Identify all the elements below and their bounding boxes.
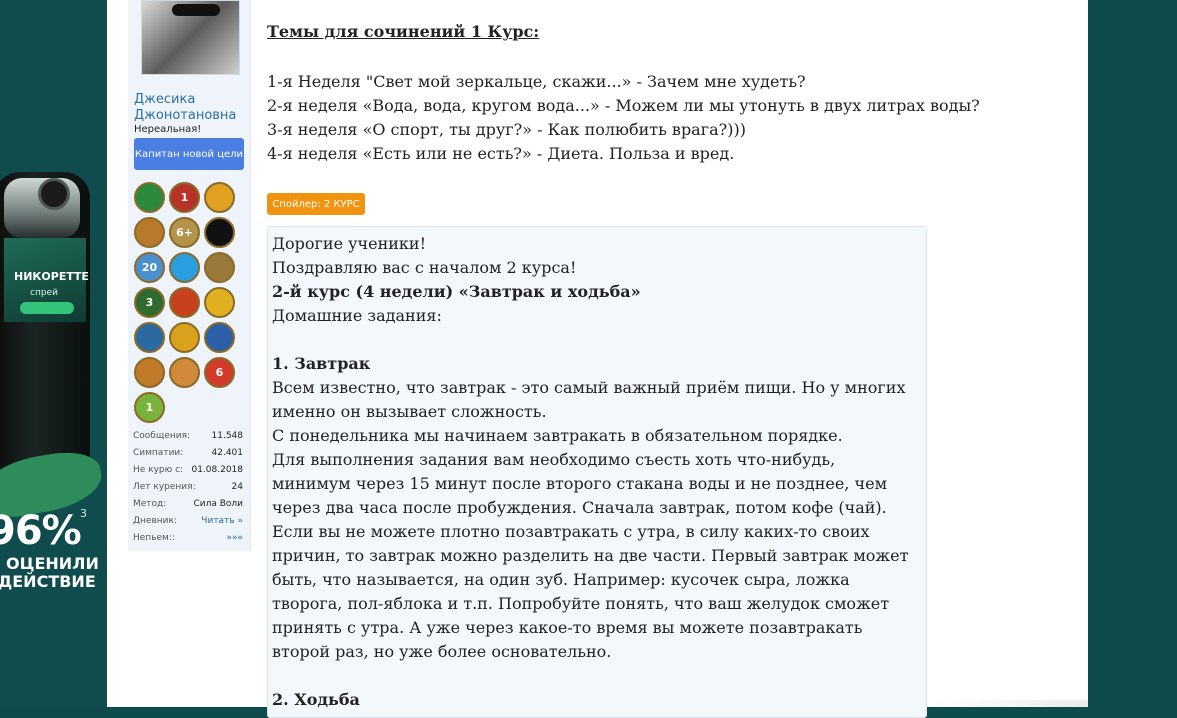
section-walking-title: 2. Ходьба — [272, 690, 360, 709]
ad-brand: НИКОРЕТТЕ — [14, 270, 89, 283]
paragraph-line: творога, пол-яблока и т.п. Попробуйте по… — [272, 594, 890, 613]
paragraph-line: Если вы не можете плотно позавтракать с … — [272, 522, 870, 541]
topic-item: 2-я неделя «Вода, вода, кругом вода...» … — [267, 96, 980, 115]
spoiler-course-title: 2-й курс (4 недели) «Завтрак и ходьба» — [272, 282, 641, 301]
star-box-badge-icon[interactable] — [169, 322, 200, 353]
stat-label: Непьем:: — [133, 533, 175, 543]
tomato-badge-icon[interactable]: 6 — [204, 357, 235, 388]
stat-label: Метод: — [133, 499, 167, 509]
avatar-sunglasses — [172, 4, 220, 16]
paragraph-line: через два часа после пробуждения. Сначал… — [272, 498, 887, 517]
stat-value: 24 — [231, 482, 243, 492]
stat-link[interactable]: »»» — [226, 533, 243, 543]
topics-title: Темы для сочинений 1 Курс: — [267, 22, 540, 41]
stat-row: Лет курения: 24 — [133, 482, 245, 499]
stat-label: Не курю с: — [133, 465, 184, 475]
bottle-stripe — [20, 302, 74, 314]
stat-row: Метод: Сила Воли — [133, 499, 245, 516]
stat-label: Сообщения: — [133, 431, 191, 441]
right-background — [1088, 0, 1177, 707]
paragraph-line: быть, что называется, на один зуб. Напри… — [272, 570, 850, 589]
spoiler-congrats: Поздравляю вас с началом 2 курса! — [272, 258, 577, 277]
scroll-shadow — [928, 700, 1088, 707]
chef-badge-icon[interactable] — [204, 287, 235, 318]
user-banner: Капитан новой цели — [134, 138, 244, 170]
section-breakfast-title: 1. Завтрак — [272, 354, 371, 373]
paragraph-line: именно он вызывает сложность. — [272, 402, 547, 421]
diamond-badge-icon[interactable]: 6+ — [169, 217, 200, 248]
badge-label: 3 — [145, 296, 154, 309]
stat-value: 01.08.2018 — [191, 465, 243, 475]
user-title: Нереальная! — [134, 124, 202, 135]
badge-label: 6+ — [176, 226, 193, 239]
runner-badge-icon[interactable] — [134, 357, 165, 388]
snake-badge-icon[interactable]: 1 — [134, 392, 165, 423]
paragraph-line: принять с утра. А уже через какое-то вре… — [272, 618, 863, 637]
telegram-badge-icon[interactable] — [169, 252, 200, 283]
stat-row: Не курю с: 01.08.2018 — [133, 465, 245, 482]
badge-label: 1 — [180, 191, 189, 204]
stat-value: Сила Воли — [193, 499, 243, 509]
stat-value: 11.548 — [211, 431, 244, 441]
paragraph-line: Для выполнения задания вам необходимо съ… — [272, 450, 836, 469]
stat-row: Симпатии: 42.401 — [133, 448, 245, 465]
avatar[interactable] — [141, 0, 240, 75]
stat-label: Дневник: — [133, 516, 177, 526]
badge-label: 1 — [145, 401, 154, 414]
side-advertisement[interactable]: НИКОРЕТТЕ спрей 96% 3 ОЦЕНИЛИ ДЕЙСТВИЕ — [0, 0, 107, 707]
topics-list: 1-я Неделя "Свет мой зеркальце, скажи...… — [267, 70, 980, 166]
stars-badge-icon[interactable] — [169, 287, 200, 318]
spray-nozzle-image — [38, 178, 70, 210]
compass-badge-icon[interactable]: 3 — [134, 287, 165, 318]
stat-label: Лет курения: — [133, 482, 196, 492]
paragraph-line: Всем известно, что завтрак - это самый в… — [272, 378, 906, 397]
cup-badge-icon[interactable] — [204, 252, 235, 283]
group-badge-icon[interactable] — [169, 357, 200, 388]
paragraph-line: второй раз, но уже более основательно. — [272, 642, 612, 661]
plate-badge-icon[interactable]: 1 — [169, 182, 200, 213]
open-book-badge-icon[interactable] — [134, 322, 165, 353]
stat-link[interactable]: Читать » — [201, 516, 243, 526]
topic-item: 4-я неделя «Есть или не есть?» - Диета. … — [267, 144, 735, 163]
flower-badge-icon[interactable] — [204, 182, 235, 213]
paragraph-line: причин, то завтрак можно разделить на дв… — [272, 546, 909, 565]
badge-label: 6 — [215, 366, 224, 379]
book-badge-icon[interactable] — [134, 217, 165, 248]
stat-row: Непьем::»»» — [133, 533, 245, 550]
paragraph-line: минимум через 15 минут после второго ста… — [272, 474, 888, 493]
stat-value: 42.401 — [211, 448, 244, 458]
twenty-badge-icon[interactable]: 20 — [134, 252, 165, 283]
ad-footnote: 3 — [80, 507, 87, 520]
user-stats: Сообщения: 11.548 Симпатии: 42.401 Не курю с… — [133, 431, 245, 550]
stat-row: Дневник: Читать » — [133, 516, 245, 533]
butterfly-badge-icon[interactable] — [204, 217, 235, 248]
ad-percent: 96% — [0, 508, 82, 554]
paragraph-line: С понедельника мы начинаем завтракать в … — [272, 426, 843, 445]
trophy-badge-icon[interactable] — [134, 182, 165, 213]
stat-label: Симпатии: — [133, 448, 184, 458]
username-link[interactable]: Джесика Джонотановна — [134, 92, 246, 124]
ad-brand-sub: спрей — [30, 288, 58, 298]
topic-item: 3-я неделя «О спорт, ты друг?» - Как пол… — [267, 120, 746, 139]
spoiler-homework: Домашние задания: — [272, 306, 442, 325]
ad-line2: ДЕЙСТВИЕ — [0, 572, 96, 591]
stat-row: Сообщения: 11.548 — [133, 431, 245, 448]
people-badge-icon[interactable] — [204, 322, 235, 353]
badge-label: 20 — [141, 261, 158, 274]
spoiler-button[interactable]: Спойлер: 2 КУРС — [267, 193, 365, 215]
spoiler-greeting: Дорогие ученики! — [272, 234, 426, 253]
topic-item: 1-я Неделя "Свет мой зеркальце, скажи...… — [267, 72, 806, 91]
ad-line1: ОЦЕНИЛИ — [6, 554, 99, 573]
